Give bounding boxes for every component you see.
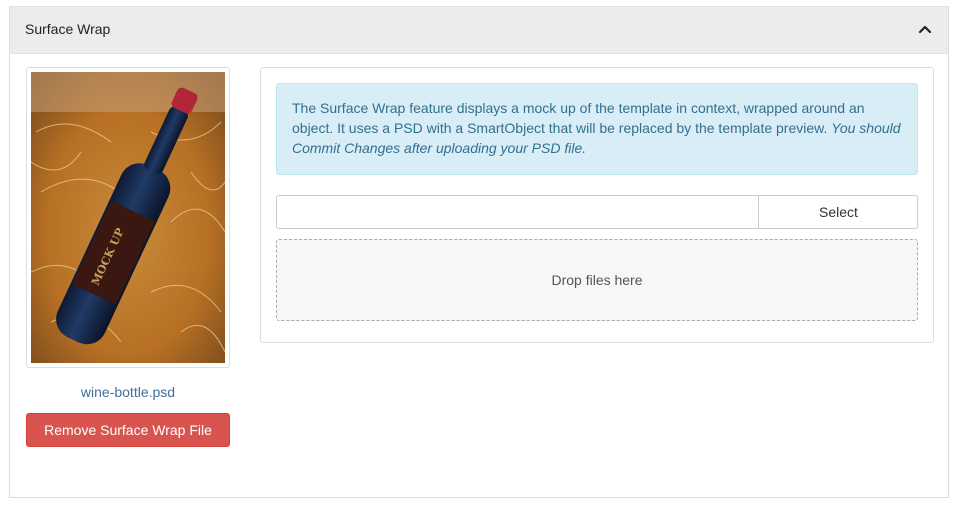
upload-section: The Surface Wrap feature displays a mock… bbox=[260, 67, 934, 343]
panel-title: Surface Wrap bbox=[25, 21, 111, 37]
wine-bottle-image: MOCK UP bbox=[31, 72, 225, 363]
info-alert: The Surface Wrap feature displays a mock… bbox=[276, 83, 918, 175]
surface-wrap-filename[interactable]: wine-bottle.psd bbox=[26, 384, 230, 400]
chevron-up-icon[interactable] bbox=[918, 22, 932, 36]
select-file-button[interactable]: Select bbox=[758, 196, 918, 228]
panel-header[interactable]: Surface Wrap bbox=[10, 6, 948, 54]
file-input-group: Select bbox=[276, 195, 918, 229]
drop-zone[interactable]: Drop files here bbox=[276, 239, 918, 321]
surface-wrap-panel: Surface Wrap MOCK UP wine-bottle.psd Rem… bbox=[9, 6, 949, 498]
file-path-input[interactable] bbox=[277, 196, 758, 228]
surface-wrap-preview: MOCK UP bbox=[26, 67, 230, 368]
info-text: The Surface Wrap feature displays a mock… bbox=[292, 100, 865, 136]
remove-surface-wrap-button[interactable]: Remove Surface Wrap File bbox=[26, 413, 230, 447]
